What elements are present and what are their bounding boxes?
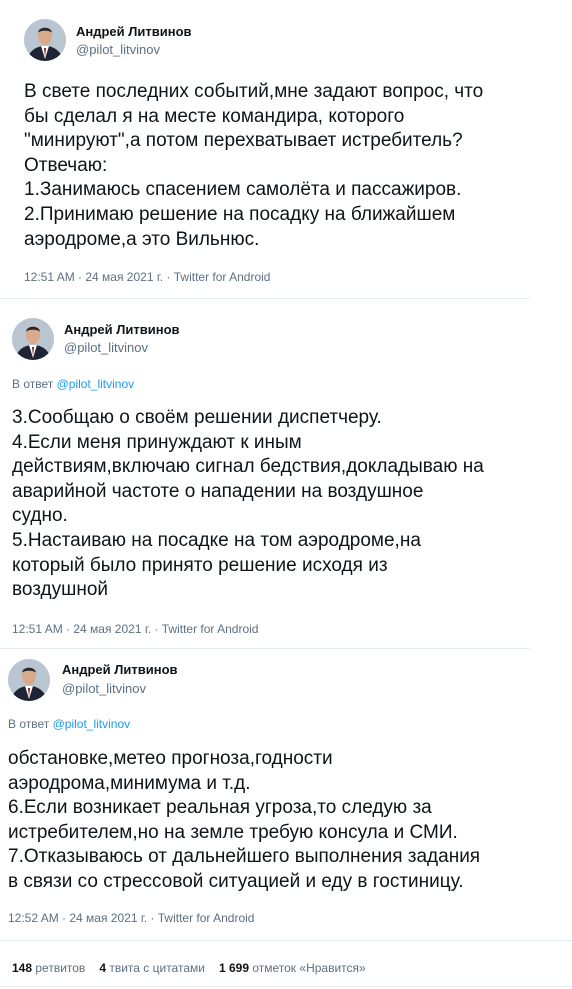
divider [0, 986, 572, 987]
tweet-line: аэродроме,а это Вильнюс. [24, 228, 260, 250]
tweet-timestamp[interactable]: 12:51 AM · 24 мая 2021 г. · Twitter for … [12, 622, 258, 636]
tweet-line: воздушной [12, 579, 109, 601]
quotes-stat[interactable]: 4 твита с цитатами [99, 961, 205, 975]
reply-mention-link[interactable]: @pilot_litvinov [53, 717, 131, 731]
tweet-line: 7.Отказываюсь от дальнейшего выполнения … [8, 846, 481, 868]
reply-mention-link[interactable]: @pilot_litvinov [57, 377, 135, 391]
likes-label: отметок «Нравится» [252, 961, 366, 975]
tweet-line: "минируют",а потом перехватывает истреби… [24, 130, 463, 152]
likes-count: 1 699 [218, 961, 249, 975]
tweet-line: бы сделал я на месте командира, которого [24, 105, 405, 127]
tweet-timestamp[interactable]: 12:51 AM · 24 мая 2021 г. · Twitter for … [24, 270, 270, 284]
tweet-line: который было принято решение исходя из [12, 554, 388, 576]
author-name[interactable]: Андрей Литвинов [76, 24, 192, 39]
tweet-line: обстановке,метео прогноза,годности [8, 748, 333, 769]
tweet-text: В свете последних событий,мне задают воп… [24, 80, 483, 252]
tweet-text: обстановке,метео прогноза,годности аэрод… [8, 747, 480, 895]
tweet-line: 5.Настаиваю на посадке на том аэродроме,… [12, 529, 421, 551]
tweet-line: 4.Если меня принуждают к иным [12, 431, 302, 453]
tweet-text: 3.Сообщаю о своём решении диспетчеру. 4.… [12, 406, 484, 603]
likes-stat[interactable]: 1 699 отметок «Нравится» [219, 961, 366, 975]
tweet-line: аварийной частоте о нападении на воздушн… [12, 480, 424, 502]
author-handle[interactable]: @pilot_litvinov [62, 681, 146, 696]
avatar[interactable] [8, 659, 50, 701]
reply-prefix: В ответ [8, 717, 53, 731]
quotes-count: 4 [99, 961, 106, 975]
divider [0, 648, 530, 649]
tweet-line: истребителем,но на земле требую консула … [8, 821, 458, 843]
reply-context: В ответ @pilot_litvinov [8, 717, 130, 731]
reply-prefix: В ответ [12, 377, 57, 391]
author-handle[interactable]: @pilot_litvinov [76, 42, 160, 57]
tweet-timestamp[interactable]: 12:52 AM · 24 мая 2021 г. · Twitter for … [8, 911, 254, 925]
tweet-line: 1.Занимаюсь спасением самолёта и пассажи… [24, 179, 462, 201]
quotes-label: твита с цитатами [109, 961, 205, 975]
author-handle[interactable]: @pilot_litvinov [64, 340, 148, 355]
avatar[interactable] [24, 19, 66, 61]
tweet-line: Отвечаю: [24, 154, 108, 176]
divider [0, 940, 572, 941]
tweet-line: аэродрома,минимума и т.д. [8, 772, 251, 794]
tweet-line: в связи со стрессовой ситуацией и еду в … [8, 870, 464, 892]
reply-context: В ответ @pilot_litvinov [12, 377, 134, 391]
author-name[interactable]: Андрей Литвинов [62, 662, 178, 677]
engagement-stats: 148 ретвитов 4 твита с цитатами 1 699 отме… [12, 961, 366, 975]
tweet-line: В свете последних событий,мне задают воп… [24, 81, 484, 102]
tweet-line: 3.Сообщаю о своём решении диспетчеру. [12, 407, 382, 428]
author-name[interactable]: Андрей Литвинов [64, 322, 180, 337]
divider [0, 298, 530, 299]
tweet-line: действиям,включаю сигнал бедствия,доклад… [12, 456, 484, 478]
retweets-stat[interactable]: 148 ретвитов [12, 961, 85, 975]
retweets-label: ретвитов [35, 961, 86, 975]
avatar[interactable] [12, 318, 54, 360]
tweet-line: 6.Если возникает реальная угроза,то след… [8, 797, 432, 819]
tweet-line: 2.Принимаю решение на посадку на ближайш… [24, 203, 456, 225]
tweet-line: судно. [12, 505, 68, 527]
retweets-count: 148 [12, 961, 33, 975]
